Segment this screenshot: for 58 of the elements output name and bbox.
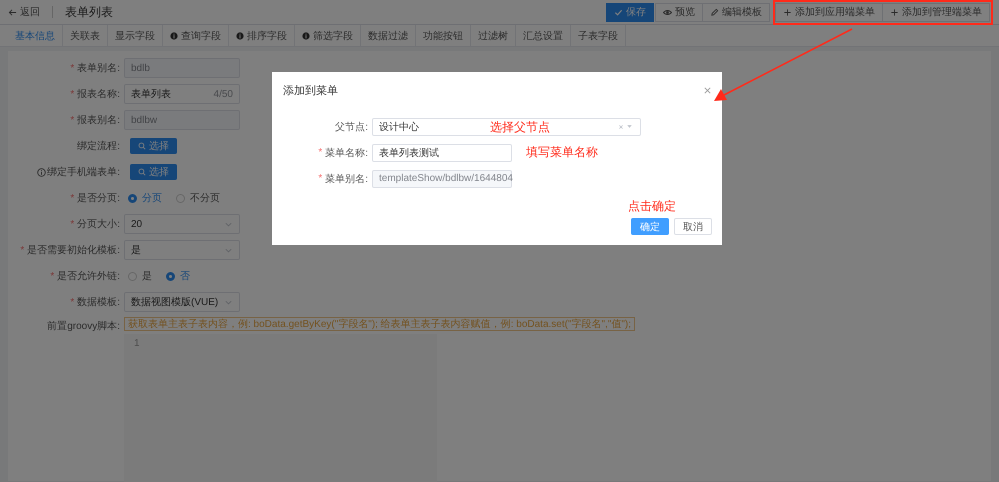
- back-button[interactable]: 返回: [8, 5, 40, 19]
- radio-option[interactable]: 分页: [128, 191, 162, 205]
- toolbar-button[interactable]: 保存: [606, 2, 654, 22]
- dialog-title: 添加到菜单: [283, 84, 338, 98]
- required-mark: *: [318, 147, 322, 158]
- field-label: 菜单名称:: [325, 146, 368, 160]
- select-field[interactable]: 是: [124, 240, 240, 260]
- required-mark: *: [50, 270, 54, 282]
- required-mark: *: [70, 218, 74, 230]
- field-label: 绑定流程:: [77, 140, 120, 153]
- field-label: 报表别名:: [77, 114, 120, 127]
- field-label: 分页大小:: [77, 218, 120, 231]
- cancel-button[interactable]: 取消: [674, 218, 712, 235]
- field-label: 父节点:: [335, 120, 368, 134]
- field-label: 表单别名:: [77, 62, 120, 75]
- annotation-text: 选择父节点: [490, 119, 550, 136]
- required-mark: *: [70, 192, 74, 204]
- close-icon: [703, 86, 712, 94]
- pen-icon: [710, 8, 719, 16]
- toolbar-button[interactable]: 添加到管理端菜单: [882, 2, 990, 22]
- required-mark: *: [70, 88, 74, 100]
- field-label: 是否允许外链:: [57, 270, 120, 283]
- search-icon: [138, 168, 146, 176]
- select-field[interactable]: 20: [124, 214, 240, 234]
- radio-option[interactable]: 是: [128, 269, 152, 283]
- field-label: 是否需要初始化模板:: [27, 244, 120, 257]
- confirm-button[interactable]: 确定: [631, 218, 669, 235]
- hint-text: 获取表单主表子表内容，例: boData.getByKey("字段名"); 给表单主表子表内容赋值，例: boData.set("字段名","值");: [124, 317, 636, 331]
- annotation-text: 填写菜单名称: [526, 144, 598, 161]
- select-field[interactable]: 数据视图模版(VUE): [124, 292, 240, 312]
- plus-icon: [890, 8, 899, 16]
- field-label: 数据模板:: [77, 296, 120, 309]
- required-mark: *: [70, 62, 74, 74]
- radio-option[interactable]: 不分页: [176, 191, 220, 205]
- toolbar-button[interactable]: 添加到应用端菜单: [775, 2, 883, 22]
- radio-option[interactable]: 否: [166, 269, 190, 283]
- required-mark: *: [70, 114, 74, 126]
- field-label: 是否分页:: [77, 192, 120, 205]
- field-label: 前置groovy脚本:: [47, 320, 120, 333]
- close-button[interactable]: [703, 86, 712, 94]
- arrow-left-icon: [8, 8, 17, 16]
- field-label: 菜单别名:: [325, 172, 368, 186]
- toolbar-button[interactable]: 预览: [655, 2, 703, 22]
- required-mark: *: [70, 296, 74, 308]
- field-label: 报表名称:: [77, 88, 120, 101]
- check-icon: [614, 8, 623, 16]
- eye-icon: [663, 8, 672, 16]
- plus-icon: [783, 8, 792, 16]
- select-button[interactable]: 选择: [130, 164, 177, 180]
- toolbar-button[interactable]: 编辑模板: [702, 2, 770, 22]
- search-icon: [138, 142, 146, 150]
- annotation-text: 点击确定: [628, 198, 676, 215]
- input-field[interactable]: 表单列表测试: [372, 144, 512, 162]
- select-button[interactable]: 选择: [130, 138, 177, 154]
- page-title: 表单列表: [65, 4, 113, 20]
- required-mark: *: [318, 173, 322, 184]
- required-mark: *: [20, 244, 24, 256]
- field-label: 绑定手机端表单:: [47, 166, 120, 179]
